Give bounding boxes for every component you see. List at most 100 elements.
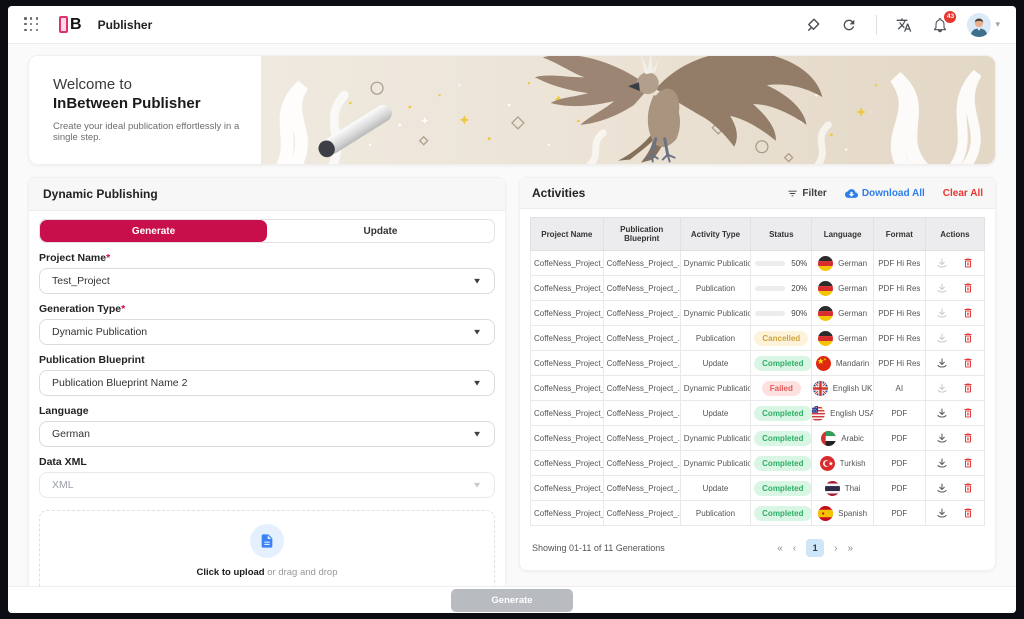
cell-activity-type: Dynamic Publication [680,376,750,401]
cell-activity-type: Publication [680,326,750,351]
generate-submit-button[interactable]: Generate [451,589,572,612]
download-all-button[interactable]: Download All [845,187,925,200]
tab-generate[interactable]: Generate [40,220,267,242]
col-language: Language [812,218,873,251]
download-icon [936,507,948,519]
cell-activity-type: Update [680,401,750,426]
footer-bar: Generate [8,586,1016,613]
cell-activity-type: Dynamic Publication [680,251,750,276]
download-button[interactable] [936,357,948,369]
delete-button[interactable] [962,382,974,394]
pager-current-page[interactable]: 1 [806,539,824,557]
cell-status: 90% [751,301,812,326]
cell-format: AI [873,376,925,401]
activity-row: CoffeNess_Project_...CoffeNess_Project_.… [531,451,985,476]
notifications-bell-icon[interactable]: 43 [931,16,949,34]
trash-icon [962,407,974,419]
flag-ae-icon [821,431,836,446]
cell-actions [925,276,984,301]
cell-language: English USA [812,401,873,426]
cell-actions [925,501,984,526]
cell-publication-blueprint: CoffeNess_Project_... [603,426,680,451]
download-button[interactable] [936,407,948,419]
cell-status: 50% [751,251,812,276]
delete-button[interactable] [962,407,974,419]
cell-activity-type: Dynamic Publication [680,451,750,476]
activity-row: CoffeNess_Project_...CoffeNess_Project_.… [531,376,985,401]
panel-title: Dynamic Publishing [29,178,505,211]
cell-actions [925,251,984,276]
cell-format: PDF Hi Res [873,276,925,301]
cell-activity-type: Dynamic Publication [680,301,750,326]
cell-language: Turkish [812,451,873,476]
delete-button[interactable] [962,307,974,319]
col-project-name: Project Name [531,218,604,251]
cell-publication-blueprint: CoffeNess_Project_... [603,326,680,351]
cell-language: German [812,251,873,276]
delete-button[interactable] [962,282,974,294]
pager-first-button[interactable]: « [777,543,783,554]
translate-icon[interactable] [895,16,913,34]
cell-actions [925,401,984,426]
pager-prev-button[interactable]: ‹ [793,543,796,554]
sign-icon[interactable] [804,16,822,34]
delete-button[interactable] [962,332,974,344]
activity-row: CoffeNess_Project_...CoffeNess_Project_.… [531,251,985,276]
cell-activity-type: Dynamic Publication [680,426,750,451]
flag-us-icon [812,406,825,421]
trash-icon [962,307,974,319]
cell-project-name: CoffeNess_Project_... [531,301,604,326]
file-upload-dropzone[interactable]: Click to upload or drag and drop (max. f… [39,510,495,586]
trash-icon [962,282,974,294]
avatar [967,13,991,37]
download-button[interactable] [936,507,948,519]
delete-button[interactable] [962,457,974,469]
col-publication-blueprint: Publication Blueprint [603,218,680,251]
filter-button[interactable]: Filter [787,188,826,199]
download-button[interactable] [936,457,948,469]
cell-status: Completed [751,501,812,526]
publication-blueprint-label: Publication Blueprint [39,354,495,366]
download-button[interactable] [936,482,948,494]
refresh-icon[interactable] [840,16,858,34]
cell-actions [925,476,984,501]
cell-status: Completed [751,476,812,501]
generation-type-select[interactable]: Dynamic Publication▼ [39,319,495,345]
download-button[interactable] [936,432,948,444]
app-launcher-icon[interactable] [24,17,39,32]
delete-button[interactable] [962,257,974,269]
status-badge: Failed [762,381,801,396]
activity-row: CoffeNess_Project_...CoffeNess_Project_.… [531,501,985,526]
main-content: Welcome to InBetween Publisher Create yo… [8,44,1016,586]
status-badge: Completed [754,431,811,446]
publication-blueprint-select[interactable]: Publication Blueprint Name 2▼ [39,370,495,396]
user-menu[interactable]: ▾ [967,13,1000,37]
trash-icon [962,507,974,519]
pager-next-button[interactable]: › [834,543,837,554]
trash-icon [962,332,974,344]
activities-table-body: CoffeNess_Project_...CoffeNess_Project_.… [531,251,985,526]
tab-update[interactable]: Update [267,220,494,242]
project-name-select[interactable]: Test_Project▼ [39,268,495,294]
cell-status: Failed [751,376,812,401]
cell-format: PDF Hi Res [873,326,925,351]
pager-last-button[interactable]: » [847,543,853,554]
delete-button[interactable] [962,482,974,494]
language-select[interactable]: German▼ [39,421,495,447]
trash-icon [962,432,974,444]
download-button [936,307,948,319]
download-icon [936,357,948,369]
delete-button[interactable] [962,357,974,369]
trash-icon [962,357,974,369]
clear-all-button[interactable]: Clear All [943,188,983,199]
banner-subtitle: Create your ideal publication effortless… [53,121,261,143]
activities-header: Activities Filter Download All Clear All [520,178,995,209]
pagination: Showing 01-11 of 11 Generations « ‹ 1 › … [520,526,995,570]
delete-button[interactable] [962,432,974,444]
cell-publication-blueprint: CoffeNess_Project_... [603,351,680,376]
topbar-divider [876,15,877,35]
cell-status: Completed [751,351,812,376]
chevron-down-icon: ▾ [995,19,1000,30]
cell-activity-type: Update [680,476,750,501]
delete-button[interactable] [962,507,974,519]
